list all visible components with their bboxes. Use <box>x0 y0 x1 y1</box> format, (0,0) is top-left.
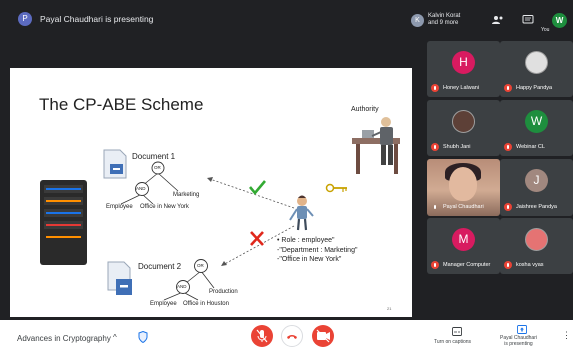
and2-label: AND <box>177 284 187 289</box>
camera-off-icon <box>316 329 330 343</box>
or2-label: OR <box>197 263 204 268</box>
mic-off-icon <box>504 203 512 211</box>
captions-label[interactable]: Turn on captions <box>434 339 471 345</box>
participant-avatar <box>452 110 475 133</box>
check-icon <box>249 180 266 196</box>
meet-window: P Payal Chaudhari is presenting K Kalvin… <box>0 0 573 349</box>
shield-icon[interactable] <box>138 331 148 343</box>
participant-tile[interactable]: Payal Chaudhari <box>427 159 500 216</box>
or1-label: OR <box>154 165 161 170</box>
cross-icon <box>250 231 264 246</box>
participant-avatar: W <box>525 110 548 133</box>
mic-toggle-button[interactable] <box>251 325 273 347</box>
participant-name: Manager Computer <box>443 262 491 268</box>
mic-off-icon <box>431 261 439 269</box>
participant-name: Webinar CL <box>516 144 545 150</box>
presenting-sub: is presenting <box>504 341 533 347</box>
participant-avatar: J <box>525 169 548 192</box>
participant-name: Honey Lalwani <box>443 85 480 91</box>
attribute-role: • Role : employee" <box>277 237 335 244</box>
more-options-icon[interactable]: ⋮ <box>562 330 571 341</box>
leave-call-button[interactable] <box>281 325 303 347</box>
participant-tile[interactable]: J Jaishree Pandya <box>500 159 573 216</box>
participant-tile[interactable]: kosha vyas <box>500 218 573 274</box>
office-ny-label: Office in New York <box>140 204 189 210</box>
user-attributes: • Role : employee" -"Department : Market… <box>277 236 357 265</box>
participant-name: Shubh Jani <box>443 144 471 150</box>
presenting-status[interactable]: Payal Chaudhari is presenting <box>500 335 537 347</box>
document2-label: Document 2 <box>138 262 182 271</box>
authority-label: Authority <box>351 106 379 113</box>
mic-off-icon <box>504 84 512 92</box>
participant-tile[interactable]: M Manager Computer <box>427 218 500 274</box>
document2-icon <box>107 261 132 295</box>
present-icon[interactable] <box>517 325 527 334</box>
camera-toggle-button[interactable] <box>312 325 334 347</box>
participant-name: kosha vyas <box>516 262 544 268</box>
production-label: Production <box>209 289 238 295</box>
mic-off-icon <box>431 143 439 151</box>
meeting-title[interactable]: Advances in Cryptography <box>17 334 111 343</box>
mic-off-icon <box>256 329 268 343</box>
chevron-up-icon[interactable]: ^ <box>113 333 117 342</box>
participant-name: Jaishree Pandya <box>516 204 557 210</box>
participant-avatar <box>525 228 548 251</box>
employee1-label: Employee <box>106 204 133 210</box>
document1-label: Document 1 <box>132 152 176 161</box>
mic-off-icon <box>431 203 439 211</box>
participant-tile[interactable]: W Webinar CL <box>500 100 573 156</box>
mic-off-icon <box>431 84 439 92</box>
participant-avatar: H <box>452 51 475 74</box>
user-figure-icon <box>289 195 314 231</box>
attribute-department: -"Department : Marketing" <box>277 246 358 254</box>
mic-off-icon <box>504 261 512 269</box>
participant-avatar <box>525 51 548 74</box>
slide-page-number: 21 <box>387 306 392 311</box>
and1-label: AND <box>136 186 146 191</box>
mic-off-icon <box>504 143 512 151</box>
employee2-label: Employee <box>150 301 177 307</box>
participant-tile[interactable]: Shubh Jani <box>427 100 500 156</box>
participant-avatar: M <box>452 228 475 251</box>
participant-name: Payal Chaudhari <box>443 204 484 210</box>
participant-tile[interactable]: H Honey Lalwani <box>427 41 500 97</box>
attribute-office: -"Office in New York" <box>277 256 342 263</box>
office-houston-label: Office in Houston <box>183 301 229 307</box>
participant-tile[interactable]: Happy Pandya <box>500 41 573 97</box>
hang-up-icon <box>287 335 297 339</box>
authority-figure-icon <box>352 117 400 174</box>
captions-icon[interactable] <box>452 327 462 336</box>
participant-name: Happy Pandya <box>516 85 553 91</box>
key-icon <box>325 183 347 193</box>
document1-icon <box>103 149 127 179</box>
slide-title: The CP-ABE Scheme <box>39 95 204 114</box>
server-icon <box>40 180 87 265</box>
marketing-label: Marketing <box>173 192 200 198</box>
participant-video <box>449 167 477 201</box>
